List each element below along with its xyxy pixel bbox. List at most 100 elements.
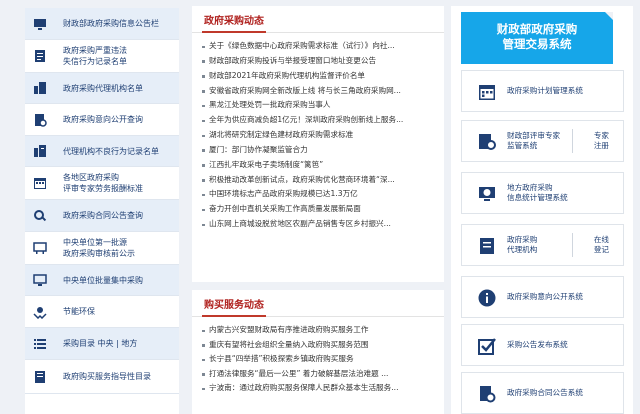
announcement-publish-system[interactable]: 采购公告发布系统 [461,324,624,366]
news-link[interactable]: 奋力开创中直机关采购工作高质量发展新局面 [202,202,436,217]
book-icon [33,370,47,384]
sidebar-item-label: 各地区政府采购 [63,173,119,182]
calendar-icon [33,176,47,190]
sidebar-item-announcement-board[interactable]: 财政部政府采购信息公告栏 [25,8,179,40]
contract-announcement-system[interactable]: 政府采购合同公告系统 [461,372,624,414]
title-underline [202,31,266,33]
globe-monitor-icon [477,184,497,204]
service-news-list: 内蒙古兴安盟财政局有序推进政府购买服务工作 重庆有望将社会组织全量纳入政府购买服… [192,317,444,396]
left-sidebar: 财政部政府采购信息公告栏 政府采购严重违法 失信行为记录名单 政府采购代理机构名单… [25,8,179,414]
news-link[interactable]: 山东网上商城设脱贫地区农副产品销售专区乡村振兴... [202,217,436,232]
sidebar-item-label: 评审专家劳务报酬标准 [63,184,143,193]
sidebar-item-label: 节能环保 [63,307,95,316]
news-link[interactable]: 关于《绿色数据中心政府采购需求标准（试行）》向社... [202,39,436,54]
news-link[interactable]: 财政部政府采购投诉与举报受理窗口地址变更公告 [202,54,436,69]
news-link[interactable]: 内蒙古兴安盟财政局有序推进政府购买服务工作 [202,323,436,338]
divider [572,129,573,153]
title-underline [202,315,266,317]
sidebar-item-label: 代理机构不良行为记录名单 [63,146,159,156]
system-label: 政府采购意向公开系统 [507,292,583,301]
transaction-system-banner[interactable]: 财政部政府采购 管理交易系统 [461,12,613,64]
sidebar-item-central-batch-purchase[interactable]: 中央单位批量集中采购 [25,265,179,296]
panel-title[interactable]: 政府采购动态 [204,12,264,27]
sidebar-item-intent-query[interactable]: 政府采购意向公开查询 [25,104,179,136]
expert-register-link[interactable]: 专家 注册 [594,121,609,161]
online-register-link[interactable]: 在线 登记 [594,225,609,265]
panel-header: 政府采购动态 [192,6,444,33]
system-label: 监管系统 [507,141,538,150]
system-label: 信息统计管理系统 [507,193,568,202]
clipboard-search-icon [33,113,47,127]
contract-search-icon [477,384,497,404]
news-list: 关于《绿色数据中心政府采购需求标准（试行）》向社... 财政部政府采购投诉与举报… [192,33,444,232]
system-label: 财政部评审专家 [507,131,561,140]
systems-panel: 财政部政府采购 管理交易系统 政府采购计划管理系统 财政部评审专家 监管系统 专家… [451,6,633,414]
news-link[interactable]: 长宁县“四举措”积极探索乡镇政府购买服务 [202,352,436,367]
sidebar-item-service-catalog[interactable]: 政府购买服务指导性目录 [25,360,179,394]
expert-supervision-system[interactable]: 财政部评审专家 监管系统 专家 注册 [461,120,624,162]
sidebar-item-dishonest-list[interactable]: 政府采购严重违法 失信行为记录名单 [25,40,179,73]
corner-fold [605,12,613,20]
sidebar-item-central-preaudit[interactable]: 中央单位第一批源 政府采购审核前公示 [25,232,179,265]
news-link[interactable]: 江西扎牢政采电子卖场制度“篱笆” [202,158,436,173]
banner-line: 财政部政府采购 [496,22,578,36]
sidebar-item-purchase-catalog[interactable]: 采购目录 中央 | 地方 [25,328,179,360]
news-link[interactable]: 黑龙江处理处罚一批政府采购当事人 [202,98,436,113]
news-link[interactable]: 财政部2021年政府采购代理机构监督评价名单 [202,69,436,84]
system-label: 采购公告发布系统 [507,340,568,349]
sidebar-item-label: 采购目录 中央 | 地方 [63,339,138,348]
sidebar-item-label: 失信行为记录名单 [63,57,127,66]
checkbox-icon [477,336,497,356]
system-label: 地方政府采购 [507,183,553,192]
sidebar-item-bad-behavior-list[interactable]: 代理机构不良行为记录名单 [25,136,179,167]
service-news-panel: 购买服务动态 内蒙古兴安盟财政局有序推进政府购买服务工作 重庆有望将社会组织全量… [192,290,444,414]
expert-icon [477,132,497,152]
sidebar-item-expert-fee-standard[interactable]: 各地区政府采购评审专家劳务报酬标准 [25,167,179,200]
sidebar-item-contract-query[interactable]: 政府采购合同公告查询 [25,200,179,232]
system-label: 政府采购计划管理系统 [507,86,583,95]
list-icon [33,337,47,351]
link-label: 在线 [593,235,609,244]
building-icon [33,81,47,95]
sidebar-item-agency-list[interactable]: 政府采购代理机构名单 [25,73,179,104]
news-link[interactable]: 宁波南：通过政府购买服务保障人民群众基本生活服务... [202,381,436,396]
link-label: 专家 [593,131,609,140]
search-icon [33,209,47,223]
sidebar-item-label: 中央单位批量集中采购 [63,275,143,285]
monitor-icon [33,17,47,31]
system-label: 政府采购 [507,235,538,244]
news-link[interactable]: 积极推动改革创新试点，政府采购优化营商环境着“深... [202,173,436,188]
news-link[interactable]: 安徽省政府采购网全新改版上线 将与长三角政府采购网... [202,84,436,99]
intent-disclosure-system[interactable]: 政府采购意向公开系统 [461,276,624,318]
sidebar-item-label: 中央单位第一批源 [63,238,127,247]
news-link[interactable]: 湖北将研究制定绿色建材政府采购需求标准 [202,128,436,143]
panel-header: 购买服务动态 [192,290,444,317]
banner-line: 管理交易系统 [502,37,572,51]
system-label: 代理机构 [507,245,538,254]
sidebar-item-label: 政府采购代理机构名单 [63,83,143,93]
sidebar-item-label: 政府采购合同公告查询 [63,211,143,220]
agency-icon [477,236,497,256]
system-label: 政府采购合同公告系统 [507,388,583,397]
divider [572,233,573,257]
computer-icon [33,273,47,287]
notice-board-icon [33,241,47,255]
panel-title[interactable]: 购买服务动态 [204,296,264,311]
news-link[interactable]: 重庆有望将社会组织全量纳入政府购买服务范围 [202,338,436,353]
plan-management-system[interactable]: 政府采购计划管理系统 [461,70,624,112]
local-statistics-system[interactable]: 地方政府采购 信息统计管理系统 [461,172,624,214]
agency-system[interactable]: 政府采购 代理机构 在线 登记 [461,224,624,266]
sidebar-item-label: 政府采购审核前公示 [63,249,135,258]
news-link[interactable]: 打通法律服务“最后一公里” 着力破解基层法治难题 ... [202,367,436,382]
news-link[interactable]: 中国环境标志产品政府采购规模已达1.3万亿 [202,187,436,202]
procurement-news-panel: 政府采购动态 关于《绿色数据中心政府采购需求标准（试行）》向社... 财政部政府… [192,6,444,282]
news-link[interactable]: 厦门：部门协作凝聚监管合力 [202,143,436,158]
sidebar-item-label: 政府采购意向公开查询 [63,115,143,124]
info-icon [477,288,497,308]
sidebar-item-energy-saving[interactable]: 节能环保 [25,296,179,328]
news-link[interactable]: 全年为供应商减负超1亿元！深圳政府采购创新线上服务... [202,113,436,128]
calendar-icon [477,82,497,102]
hands-leaf-icon [33,305,47,319]
sidebar-item-label: 政府采购严重违法 [63,46,127,55]
document-list-icon [33,49,47,63]
